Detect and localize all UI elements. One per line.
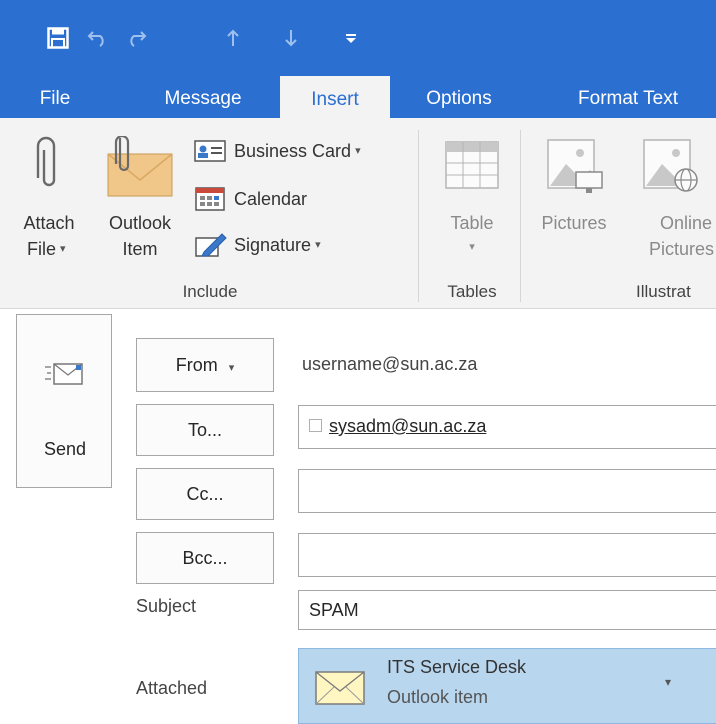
outlook-item-envelope-icon xyxy=(315,671,365,705)
to-button[interactable]: To... xyxy=(136,404,274,456)
save-icon xyxy=(47,27,69,49)
tab-message[interactable]: Message xyxy=(148,70,258,118)
tables-group-label: Tables xyxy=(447,282,497,301)
table-dropdown-icon: ▾ xyxy=(469,241,475,253)
arrow-up-icon xyxy=(227,29,239,46)
outlook-item-button[interactable]: Outlook Item xyxy=(92,130,188,272)
customize-dropdown-icon xyxy=(346,34,356,43)
bcc-field[interactable] xyxy=(298,533,716,577)
table-icon xyxy=(445,141,499,189)
attach-file-label-2: File xyxy=(26,239,56,259)
calendar-label: Calendar xyxy=(234,188,308,209)
signature-label: Signature xyxy=(234,234,312,255)
attach-file-label-1: Attach xyxy=(23,213,75,233)
from-dropdown-icon: ▾ xyxy=(228,362,235,374)
attach-file-button[interactable]: Attach File ▾ xyxy=(6,130,92,272)
attach-file-dropdown-icon: ▾ xyxy=(60,243,66,255)
pictures-label: Pictures xyxy=(541,213,607,233)
subject-input[interactable]: SPAM xyxy=(298,590,716,630)
outlook-item-label-2: Item xyxy=(122,239,158,259)
signature-button[interactable]: Signature ▾ xyxy=(194,230,416,260)
pictures-icon xyxy=(547,139,603,193)
calendar-button[interactable]: Calendar xyxy=(194,184,416,214)
online-pictures-label-1: Online xyxy=(659,213,712,233)
outlook-item-label-1: Outlook xyxy=(108,213,172,233)
undo-icon xyxy=(87,31,104,47)
subject-label: Subject xyxy=(136,596,197,616)
from-button[interactable]: From ▾ xyxy=(136,338,274,392)
illustrations-group-label: Illustrat xyxy=(636,282,691,301)
business-card-icon xyxy=(194,140,226,162)
online-pictures-button[interactable]: Online Pictures xyxy=(626,130,716,272)
paperclip-icon xyxy=(36,136,56,187)
customize-toolbar-button[interactable] xyxy=(338,18,364,58)
to-field[interactable]: sysadm@sun.ac.za xyxy=(298,405,716,449)
tab-insert[interactable]: Insert xyxy=(280,76,390,124)
signature-icon xyxy=(195,233,227,257)
previous-item-button[interactable] xyxy=(218,18,248,58)
undo-button[interactable] xyxy=(80,18,116,58)
tab-options[interactable]: Options xyxy=(404,70,514,118)
send-button[interactable]: Send xyxy=(16,314,112,488)
online-pictures-icon xyxy=(643,139,698,192)
redo-button[interactable] xyxy=(118,18,154,58)
table-label: Table xyxy=(450,213,494,233)
send-envelope-icon xyxy=(45,363,83,385)
include-group-label: Include xyxy=(182,282,238,301)
attachment-item[interactable]: ITS Service Desk Outlook item ▾ xyxy=(298,648,716,724)
to-recipient[interactable]: sysadm@sun.ac.za xyxy=(329,416,486,437)
subject-value: SPAM xyxy=(309,600,359,620)
next-item-button[interactable] xyxy=(276,18,306,58)
business-card-label: Business Card xyxy=(234,140,352,161)
cc-field[interactable] xyxy=(298,469,716,513)
business-card-button[interactable]: Business Card ▾ xyxy=(194,136,416,166)
outlook-item-icon xyxy=(107,136,173,197)
bcc-button[interactable]: Bcc... xyxy=(136,532,274,584)
tab-file[interactable]: File xyxy=(20,70,90,118)
signature-dropdown-icon: ▾ xyxy=(315,238,321,251)
send-label: Send xyxy=(43,439,87,459)
attachment-type: Outlook item xyxy=(387,687,489,707)
tab-format-text[interactable]: Format Text xyxy=(548,70,708,118)
arrow-down-icon xyxy=(285,30,297,47)
recipient-checkbox-icon xyxy=(309,419,322,432)
attached-label: Attached xyxy=(136,678,208,698)
from-address: username@sun.ac.za xyxy=(302,354,478,374)
group-separator xyxy=(520,130,521,302)
save-button[interactable] xyxy=(38,18,78,58)
attachment-dropdown-icon[interactable]: ▾ xyxy=(665,675,671,689)
redo-icon xyxy=(130,31,147,47)
from-label: From xyxy=(175,355,218,375)
attachment-name: ITS Service Desk xyxy=(387,657,527,677)
business-card-dropdown-icon: ▾ xyxy=(355,144,361,157)
calendar-icon xyxy=(195,187,225,211)
cc-button[interactable]: Cc... xyxy=(136,468,274,520)
pictures-button[interactable]: Pictures xyxy=(528,130,620,272)
group-separator xyxy=(418,130,419,302)
online-pictures-label-2: Pictures xyxy=(648,239,714,259)
table-button[interactable]: Table ▾ xyxy=(428,130,516,272)
